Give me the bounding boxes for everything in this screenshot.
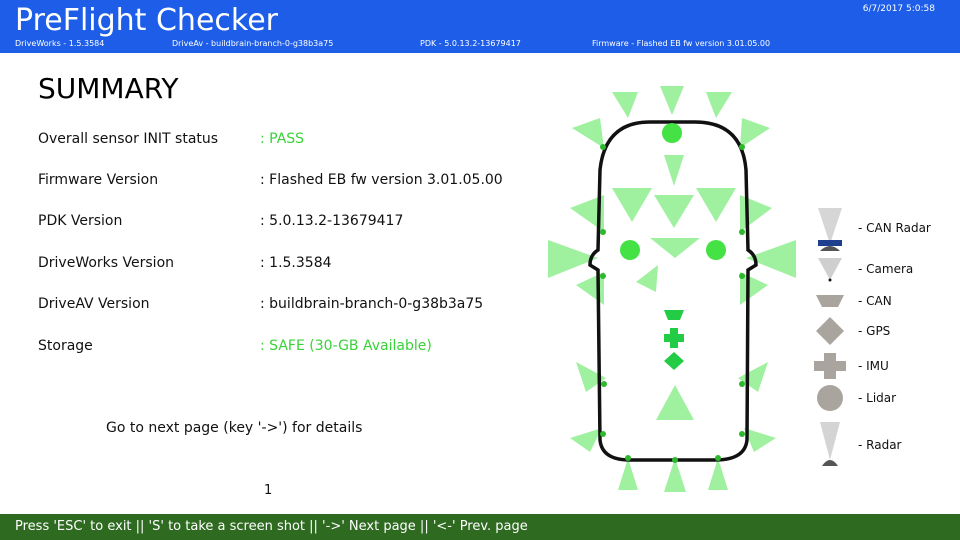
radar-rear-left-icon — [570, 428, 602, 452]
can-icon — [816, 295, 844, 307]
gps-sensor-icon — [664, 352, 684, 370]
row-value-firmware: : Flashed EB fw version 3.01.05.00 — [260, 172, 503, 188]
row-label-storage: Storage — [38, 338, 93, 354]
car-sensor-diagram — [548, 86, 796, 492]
row-value-pdk: : 5.0.13.2-13679417 — [260, 213, 404, 229]
legend-gps: - GPS — [858, 324, 891, 338]
camera-front-right-icon — [706, 92, 732, 118]
radar-rear-2-icon — [664, 458, 686, 492]
camera-front-center-icon — [660, 86, 684, 115]
lidar-front-icon — [662, 123, 682, 143]
row-label-pdk: PDK Version — [38, 213, 123, 229]
lidar-icon — [817, 385, 843, 411]
radar-front-left-icon — [572, 118, 604, 148]
radar-front-right-icon — [740, 118, 770, 148]
radar-rear-right-icon — [744, 428, 776, 452]
header-driveworks-version: DriveWorks - 1.5.3584 — [15, 39, 105, 48]
camera-icon — [818, 258, 842, 282]
camera-wide-icon — [650, 238, 700, 258]
camera-front-left-icon — [612, 92, 638, 118]
row-value-driveav: : buildbrain-branch-0-g38b3a75 — [260, 296, 484, 312]
row-label-driveav: DriveAV Version — [38, 296, 150, 312]
keyboard-hints: Press 'ESC' to exit || 'S' to take a scr… — [15, 519, 528, 534]
next-page-hint: Go to next page (key '->') for details — [106, 420, 363, 436]
legend-imu: - IMU — [858, 359, 889, 373]
legend-can: - CAN — [858, 294, 892, 308]
row-value-init-status: : PASS — [260, 131, 305, 147]
imu-sensor-icon — [664, 328, 684, 348]
camera-inner-icon — [636, 265, 658, 292]
row-value-driveworks: : 1.5.3584 — [260, 255, 332, 271]
app-title: PreFlight Checker — [15, 3, 278, 38]
header-pdk-version: PDK - 5.0.13.2-13679417 — [420, 39, 521, 48]
footer-bar: Press 'ESC' to exit || 'S' to take a scr… — [0, 514, 960, 540]
radar-rear-3-icon — [708, 458, 728, 490]
lidar-right-icon — [706, 240, 726, 260]
radar-rear-1-icon — [618, 458, 638, 490]
camera-mid-center-icon — [654, 195, 694, 228]
legend-lidar: - Lidar — [858, 391, 897, 405]
camera-rear-icon — [656, 385, 694, 420]
row-value-storage: : SAFE (30-GB Available) — [260, 338, 432, 354]
summary-title: SUMMARY — [38, 72, 179, 105]
legend-radar: - Radar — [858, 438, 902, 452]
gps-icon — [816, 317, 844, 345]
lidar-left-icon — [620, 240, 640, 260]
header-driveav-version: DriveAv - buildbrain-branch-0-g38b3a75 — [172, 39, 334, 48]
radar-rear-left-upper-icon — [576, 362, 606, 392]
row-label-driveworks: DriveWorks Version — [38, 255, 175, 271]
row-label-init-status: Overall sensor INIT status — [38, 131, 219, 147]
can-radar-icon — [818, 208, 842, 251]
camera-front-inner-icon — [664, 155, 684, 186]
page-number: 1 — [264, 483, 273, 498]
row-label-firmware: Firmware Version — [38, 172, 159, 188]
datetime: 6/7/2017 5:0:58 — [862, 4, 935, 14]
legend-camera: - Camera — [858, 262, 914, 276]
can-sensor-icon — [664, 310, 684, 320]
camera-side-right-upper-icon — [740, 195, 772, 232]
radar-rear-right-upper-icon — [738, 362, 768, 392]
camera-mid-left-icon — [612, 188, 652, 222]
imu-icon — [814, 353, 846, 379]
app-header: PreFlight Checker 6/7/2017 5:0:58 DriveW… — [0, 0, 960, 53]
header-firmware-version: Firmware - Flashed EB fw version 3.01.05… — [592, 39, 771, 48]
camera-mid-right-icon — [696, 188, 736, 222]
radar-icon — [820, 422, 840, 466]
legend-can-radar: - CAN Radar — [858, 221, 931, 235]
